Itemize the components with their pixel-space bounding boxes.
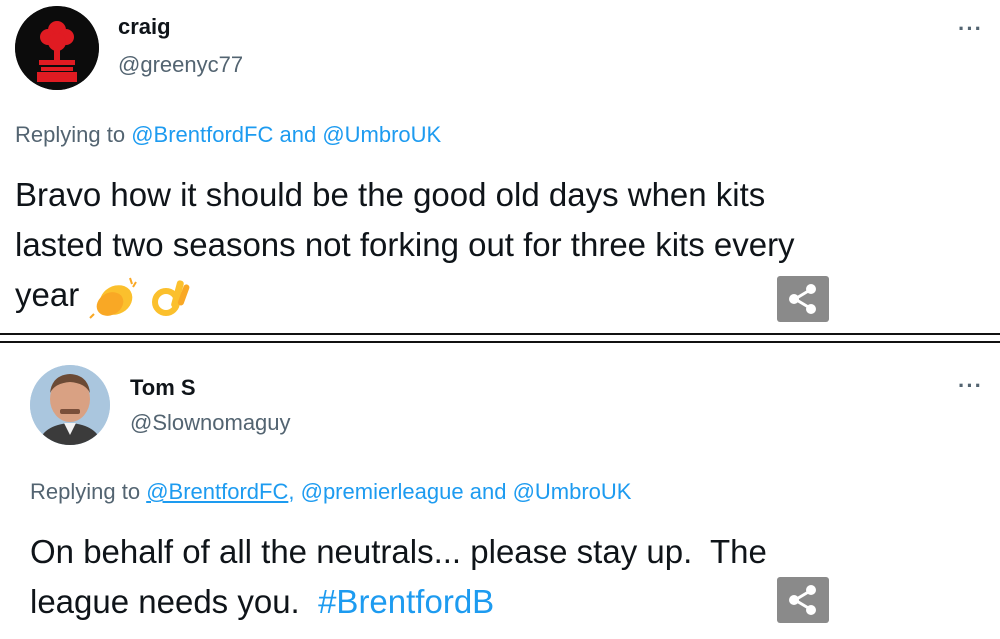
more-options-icon[interactable]: ··· [958, 373, 983, 399]
clapping-hands-emoji [89, 277, 138, 319]
tweet-card-2: Tom S @Slownomaguy ··· Replying to @Bren… [0, 343, 1000, 639]
hashtag-link[interactable]: #BrentfordB [318, 583, 494, 620]
display-name[interactable]: craig [118, 14, 171, 40]
avatar[interactable] [30, 365, 110, 445]
mention-separator: , [288, 479, 295, 504]
tweet-text-line: league needs you. #BrentfordB [30, 577, 980, 627]
tweet-card-1: craig @greenyc77 ··· Replying to @Brentf… [0, 0, 1000, 333]
forest-tree-crest-icon [15, 6, 99, 90]
mention-link[interactable]: @BrentfordFC [131, 122, 273, 147]
user-handle[interactable]: @greenyc77 [118, 52, 243, 78]
mention-link[interactable]: @BrentfordFC [146, 479, 288, 504]
mention-link[interactable]: @UmbroUK [322, 122, 441, 147]
mention-joiner: and [469, 479, 507, 504]
replying-to: Replying to @BrentfordFC and @UmbroUK [15, 122, 441, 148]
mention-link[interactable]: @premierleague [301, 479, 464, 504]
tweet-text-segment: year [15, 276, 80, 313]
replying-to: Replying to @BrentfordFC, @premierleague… [30, 479, 631, 505]
user-handle[interactable]: @Slownomaguy [130, 410, 291, 436]
mention-joiner: and [279, 122, 317, 147]
tweet-text: Bravo how it should be the good old days… [15, 170, 985, 320]
share-icon [789, 585, 816, 615]
tweet-text-line: lasted two seasons not forking out for t… [15, 226, 795, 263]
ok-hand-emoji [151, 280, 189, 317]
divider [0, 333, 1000, 335]
man-portrait-icon [30, 365, 110, 445]
replying-prefix: Replying to [15, 122, 126, 147]
tweet-text-line: On behalf of all the neutrals... please … [30, 533, 767, 570]
tweet-text-segment: league needs you. [30, 583, 300, 620]
share-icon [789, 284, 816, 314]
share-button[interactable] [777, 577, 829, 623]
more-options-icon[interactable]: ··· [958, 16, 983, 42]
share-button[interactable] [777, 276, 829, 322]
avatar[interactable] [15, 6, 99, 90]
tweet-text: On behalf of all the neutrals... please … [30, 527, 980, 627]
replying-prefix: Replying to [30, 479, 141, 504]
display-name[interactable]: Tom S [130, 375, 196, 401]
tweet-text-line: Bravo how it should be the good old days… [15, 176, 766, 213]
mention-link[interactable]: @UmbroUK [513, 479, 632, 504]
tweet-text-line: year [15, 270, 985, 320]
